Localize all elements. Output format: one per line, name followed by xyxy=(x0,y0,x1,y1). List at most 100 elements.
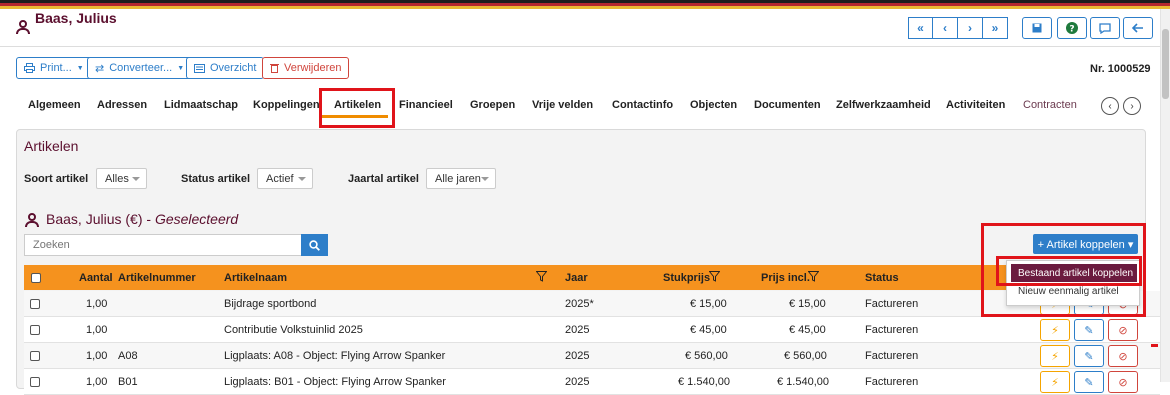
search-input[interactable] xyxy=(24,234,302,256)
column-jaar[interactable]: Jaar xyxy=(565,272,588,284)
cancel-button[interactable]: ⊘ xyxy=(1108,319,1138,341)
tab-lidmaatschap[interactable]: Lidmaatschap xyxy=(164,99,238,111)
cell-aantal: 1,00 xyxy=(86,298,108,310)
caret-down-icon xyxy=(298,177,306,181)
cell-artikelnummer: A08 xyxy=(118,350,138,362)
cell-prijs-incl: € 1.540,00 xyxy=(777,376,829,388)
column-status[interactable]: Status xyxy=(865,272,899,284)
column-artikelnummer[interactable]: Artikelnummer xyxy=(118,272,196,284)
overview-button[interactable]: Overzicht xyxy=(186,57,265,79)
status-value: Actief xyxy=(266,172,294,185)
cell-aantal: 1,00 xyxy=(86,350,108,362)
convert-button[interactable]: ⇄ Converteer... ▼ xyxy=(87,57,193,79)
search-button[interactable] xyxy=(301,234,328,256)
cell-prijs-incl: € 560,00 xyxy=(784,350,827,362)
column-artikelnaam[interactable]: Artikelnaam xyxy=(224,272,287,284)
menu-item-highlight-box xyxy=(996,256,1142,286)
delete-button[interactable]: Verwijderen xyxy=(262,57,350,79)
red-marker xyxy=(1151,344,1158,347)
tab-contracten[interactable]: Contracten xyxy=(1023,99,1077,111)
tab-contactinfo[interactable]: Contactinfo xyxy=(612,99,673,111)
tab-zelfwerkzaamheid[interactable]: Zelfwerkzaamheid xyxy=(836,99,931,111)
cell-jaar: 2025 xyxy=(565,350,590,362)
search-icon xyxy=(309,239,320,251)
cell-status: Factureren xyxy=(865,350,919,362)
caret-down-icon: ▼ xyxy=(177,64,185,72)
cancel-button[interactable]: ⊘ xyxy=(1108,345,1138,367)
quick-action-button[interactable]: ⚡ xyxy=(1040,319,1070,341)
scrollbar-thumb[interactable] xyxy=(1162,29,1169,99)
status-select[interactable]: Actief xyxy=(257,168,313,189)
tab-groepen[interactable]: Groepen xyxy=(470,99,515,111)
column-aantal[interactable]: Aantal xyxy=(79,272,113,284)
help-button[interactable]: ? xyxy=(1057,17,1087,39)
first-record-button[interactable]: « xyxy=(908,17,933,39)
chevron-right-icon: › xyxy=(1130,100,1134,112)
tab-algemeen[interactable]: Algemeen xyxy=(28,99,81,111)
record-title: Baas, Julius xyxy=(35,10,117,26)
tab-koppelingen[interactable]: Koppelingen xyxy=(253,99,320,111)
select-all-checkbox[interactable] xyxy=(31,273,41,283)
cell-prijs-incl: € 15,00 xyxy=(789,298,826,310)
soort-select[interactable]: Alles xyxy=(96,168,147,189)
ban-icon: ⊘ xyxy=(1118,324,1128,337)
tab-activiteiten[interactable]: Activiteiten xyxy=(946,99,1005,111)
column-stukprijs[interactable]: Stukprijs xyxy=(663,272,710,284)
list-icon xyxy=(194,63,205,73)
cancel-button[interactable]: ⊘ xyxy=(1108,371,1138,393)
previous-record-button[interactable]: ‹ xyxy=(933,17,958,39)
filter-icon[interactable] xyxy=(808,271,819,282)
back-button[interactable] xyxy=(1123,17,1153,39)
tabs-scroll-left-button[interactable]: ‹ xyxy=(1101,97,1119,115)
quick-action-button[interactable]: ⚡ xyxy=(1040,371,1070,393)
jaartal-label: Jaartal artikel xyxy=(348,173,419,185)
page-scrollbar[interactable] xyxy=(1160,9,1170,382)
quick-action-button[interactable]: ⚡ xyxy=(1040,345,1070,367)
selected-relation: Baas, Julius (€) - Geselecteerd xyxy=(46,211,238,227)
column-prijs-incl[interactable]: Prijs incl. xyxy=(761,272,810,284)
tab-financieel[interactable]: Financieel xyxy=(399,99,453,111)
soort-label: Soort artikel xyxy=(24,173,89,185)
caret-down-icon xyxy=(481,177,489,181)
edit-button[interactable]: ✎ xyxy=(1074,319,1104,341)
cell-artikelnaam: Ligplaats: A08 - Object: Flying Arrow Sp… xyxy=(224,350,446,362)
table-row[interactable]: 1,00 B01 Ligplaats: B01 - Object: Flying… xyxy=(24,369,1160,395)
last-record-button[interactable]: » xyxy=(983,17,1008,39)
back-icon xyxy=(1132,23,1143,33)
filter-icon[interactable] xyxy=(709,271,720,282)
svg-text:?: ? xyxy=(1069,25,1074,35)
jaartal-value: Alle jaren xyxy=(435,172,481,185)
comment-icon xyxy=(1099,22,1111,34)
row-checkbox[interactable] xyxy=(30,377,40,387)
edit-button[interactable]: ✎ xyxy=(1074,345,1104,367)
filter-icon[interactable] xyxy=(536,271,547,282)
caret-down-icon xyxy=(132,177,140,181)
edit-button[interactable]: ✎ xyxy=(1074,371,1104,393)
table-row[interactable]: 1,00 A08 Ligplaats: A08 - Object: Flying… xyxy=(24,343,1160,369)
cell-aantal: 1,00 xyxy=(86,324,108,336)
table-row[interactable]: 1,00 Contributie Volkstuinlid 2025 2025 … xyxy=(24,317,1160,343)
cell-artikelnaam: Ligplaats: B01 - Object: Flying Arrow Sp… xyxy=(224,376,446,388)
cell-jaar: 2025 xyxy=(565,324,590,336)
ban-icon: ⊘ xyxy=(1118,350,1128,363)
swap-icon: ⇄ xyxy=(95,62,105,75)
pencil-icon: ✎ xyxy=(1084,324,1094,337)
trash-icon xyxy=(270,64,279,73)
tabs-scroll-right-button[interactable]: › xyxy=(1123,97,1141,115)
next-record-button[interactable]: › xyxy=(958,17,983,39)
comment-button[interactable] xyxy=(1090,17,1120,39)
jaartal-select[interactable]: Alle jaren xyxy=(426,168,496,189)
tab-adressen[interactable]: Adressen xyxy=(97,99,147,111)
row-checkbox[interactable] xyxy=(30,325,40,335)
cell-stukprijs: € 45,00 xyxy=(690,324,727,336)
save-button[interactable] xyxy=(1022,17,1052,39)
tab-objecten[interactable]: Objecten xyxy=(690,99,737,111)
row-checkbox[interactable] xyxy=(30,351,40,361)
pencil-icon: ✎ xyxy=(1084,350,1094,363)
print-button[interactable]: Print... ▼ xyxy=(16,57,92,79)
cell-artikelnaam: Bijdrage sportbond xyxy=(224,298,317,310)
tab-documenten[interactable]: Documenten xyxy=(754,99,821,111)
tab-vrije-velden[interactable]: Vrije velden xyxy=(532,99,593,111)
selected-name: Baas, Julius (€) xyxy=(46,211,143,227)
row-checkbox[interactable] xyxy=(30,299,40,309)
